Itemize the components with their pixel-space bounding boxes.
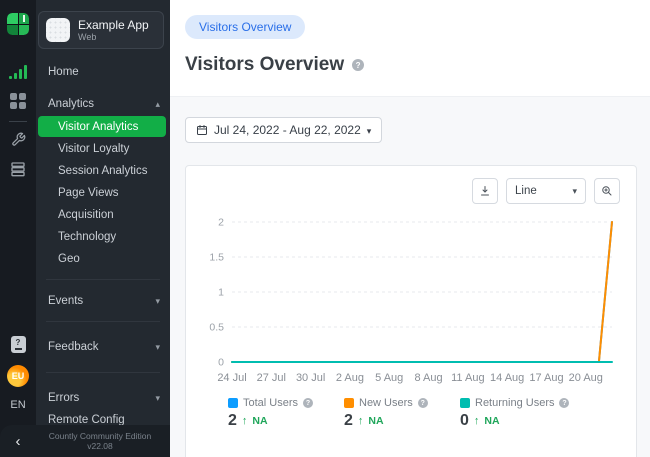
sidebar-item-home[interactable]: Home	[36, 61, 170, 83]
user-avatar[interactable]: EU	[7, 365, 29, 387]
app-name: Example App	[78, 19, 149, 32]
legend-help-icon[interactable]	[559, 398, 569, 408]
sidebar-footer: Countly Community Edition v22.08	[0, 425, 170, 457]
visitors-chart-card: Line 0 0.5 1 1.5 2 24 Jul 27 Jul 30 Jul 2 Aug 5 A…	[185, 165, 637, 457]
menu-divider	[46, 372, 160, 373]
visitors-chart[interactable]: 0 0.5 1 1.5 2 24 Jul 27 Jul 30 Jul 2 Aug 5 Aug 8 A…	[202, 208, 622, 390]
svg-text:8 Aug: 8 Aug	[414, 372, 442, 384]
page-title: Visitors Overview	[185, 54, 344, 76]
legend-label: New Users	[359, 397, 413, 409]
sidebar-section-errors[interactable]: Errors	[36, 387, 170, 409]
version-label: Countly Community Edition v22.08	[36, 431, 170, 451]
chevron-down-icon	[155, 295, 160, 307]
calendar-icon	[196, 124, 208, 136]
sidebar-menu: Example App Web Home Analytics Visitor A…	[36, 0, 170, 457]
section-label: Feedback	[48, 341, 99, 353]
app-selector[interactable]: Example App Web	[38, 11, 164, 49]
svg-text:2: 2	[218, 217, 224, 229]
legend-help-icon[interactable]	[303, 398, 313, 408]
sidebar-item-session-analytics[interactable]: Session Analytics	[36, 160, 170, 182]
svg-text:17 Aug: 17 Aug	[529, 372, 563, 384]
svg-text:20 Aug: 20 Aug	[569, 372, 603, 384]
zoom-chart-button[interactable]	[594, 178, 620, 204]
menu-divider	[46, 321, 160, 322]
sidebar-section-events[interactable]: Events	[36, 290, 170, 312]
section-label: Events	[48, 295, 83, 307]
trend-up-icon	[474, 415, 480, 427]
sidebar-section-analytics[interactable]: Analytics	[36, 93, 170, 115]
trend-label: NA	[484, 415, 499, 427]
help-center-icon[interactable]: ?	[11, 336, 26, 353]
svg-text:24 Jul: 24 Jul	[217, 372, 246, 384]
legend-value: 2	[228, 412, 237, 430]
legend-new-users: New Users 2 NA	[344, 397, 430, 430]
download-chart-button[interactable]	[472, 178, 498, 204]
management-wrench-icon[interactable]	[11, 132, 26, 147]
countly-app: ? EU EN Example App Web Home Analytics V…	[0, 0, 650, 457]
legend-label: Returning Users	[475, 397, 554, 409]
page-header: Visitors Overview Visitors Overview	[170, 0, 650, 97]
applications-grid-icon[interactable]	[10, 93, 26, 109]
trend-label: NA	[368, 415, 383, 427]
svg-text:1.5: 1.5	[209, 252, 224, 264]
chevron-down-icon	[155, 392, 160, 404]
icon-rail: ? EU EN	[0, 0, 36, 457]
chevron-down-icon	[572, 185, 577, 197]
chevron-up-icon	[155, 98, 160, 110]
svg-text:11 Aug: 11 Aug	[451, 372, 484, 384]
chevron-down-icon	[155, 341, 160, 353]
trend-up-icon	[358, 415, 364, 427]
language-selector[interactable]: EN	[10, 399, 25, 411]
sidebar-item-geo[interactable]: Geo	[36, 248, 170, 270]
legend-label: Total Users	[243, 397, 298, 409]
date-range-label: Jul 24, 2022 - Aug 22, 2022	[214, 123, 361, 137]
sidebar-section-feedback[interactable]: Feedback	[36, 336, 170, 358]
data-manager-server-icon[interactable]	[10, 161, 26, 177]
svg-text:14 Aug: 14 Aug	[490, 372, 524, 384]
main-area: Visitors Overview Visitors Overview Jul …	[170, 0, 650, 457]
svg-text:5 Aug: 5 Aug	[375, 372, 403, 384]
rail-divider	[9, 121, 27, 122]
analytics-bars-icon[interactable]	[9, 65, 27, 79]
svg-text:1: 1	[218, 287, 224, 299]
sidebar-item-acquisition[interactable]: Acquisition	[36, 204, 170, 226]
svg-text:0: 0	[218, 357, 224, 369]
svg-text:2 Aug: 2 Aug	[336, 372, 364, 384]
menu-divider	[46, 279, 160, 280]
date-range-picker[interactable]: Jul 24, 2022 - Aug 22, 2022	[185, 117, 382, 143]
trend-label: NA	[252, 415, 267, 427]
total-users-swatch-icon	[228, 398, 238, 408]
trend-up-icon	[242, 415, 248, 427]
legend-help-icon[interactable]	[418, 398, 428, 408]
section-label: Analytics	[48, 98, 94, 110]
sidebar-item-page-views[interactable]: Page Views	[36, 182, 170, 204]
chart-type-select[interactable]: Line	[506, 178, 586, 204]
collapse-sidebar-icon[interactable]	[0, 433, 36, 450]
magnifier-plus-icon	[601, 185, 613, 197]
sidebar-item-visitor-analytics[interactable]: Visitor Analytics	[38, 116, 166, 137]
legend-value: 2	[344, 412, 353, 430]
sidebar: ? EU EN Example App Web Home Analytics V…	[0, 0, 170, 457]
legend-value: 0	[460, 412, 469, 430]
countly-logo-icon[interactable]	[7, 13, 29, 35]
chart-legend: Total Users 2 NA New Users	[202, 397, 620, 430]
chart-type-value: Line	[515, 185, 537, 197]
app-icon	[46, 18, 70, 42]
download-icon	[479, 185, 491, 197]
new-users-swatch-icon	[344, 398, 354, 408]
app-platform: Web	[78, 32, 149, 42]
sidebar-item-visitor-loyalty[interactable]: Visitor Loyalty	[36, 138, 170, 160]
legend-total-users: Total Users 2 NA	[228, 397, 314, 430]
legend-returning-users: Returning Users 0 NA	[460, 397, 569, 430]
title-help-icon[interactable]	[352, 59, 364, 71]
svg-text:0.5: 0.5	[209, 322, 224, 334]
chevron-down-icon	[367, 123, 372, 137]
content: Jul 24, 2022 - Aug 22, 2022 Line	[170, 97, 650, 457]
returning-users-swatch-icon	[460, 398, 470, 408]
tab-visitors-overview[interactable]: Visitors Overview	[185, 15, 305, 39]
svg-text:27 Jul: 27 Jul	[257, 372, 286, 384]
svg-text:30 Jul: 30 Jul	[296, 372, 325, 384]
section-label: Errors	[48, 392, 79, 404]
sidebar-item-technology[interactable]: Technology	[36, 226, 170, 248]
